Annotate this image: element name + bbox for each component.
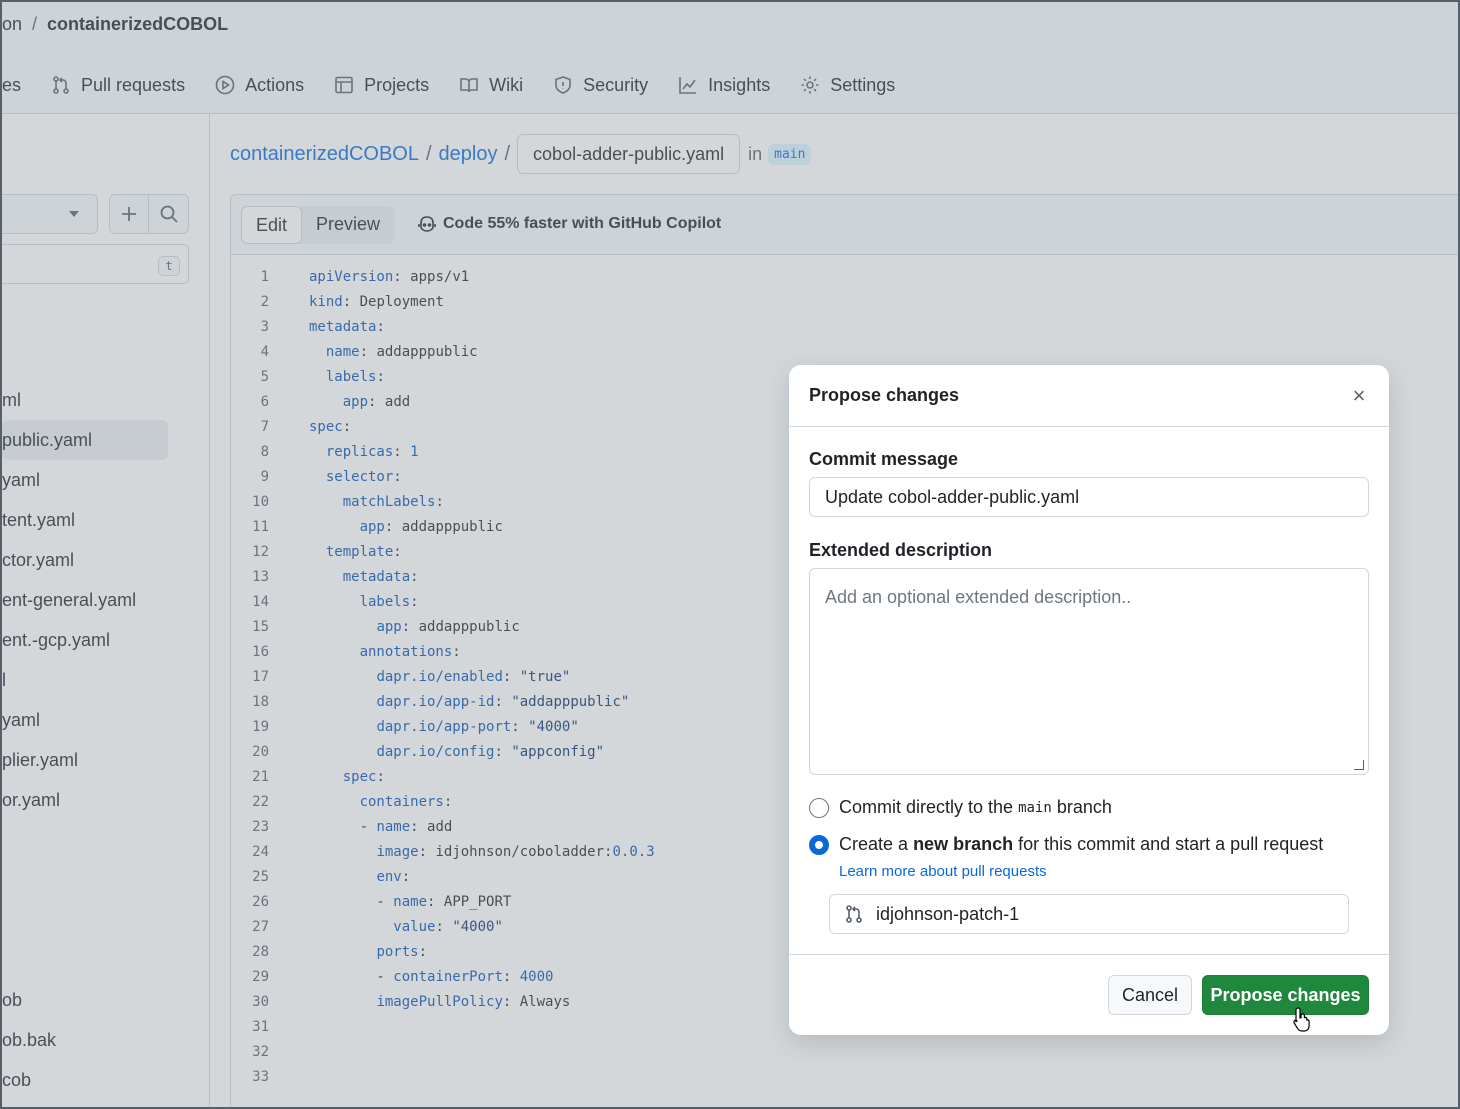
- app-frame: on / containerizedCOBOL es Pull requests A…: [0, 0, 1460, 1109]
- option-text: Commit directly to the: [839, 797, 1014, 817]
- commit-message-input[interactable]: Update cobol-adder-public.yaml: [809, 477, 1369, 517]
- branch-name-value: idjohnson-patch-1: [876, 903, 1020, 924]
- dialog-title: Propose changes: [809, 385, 960, 405]
- learn-more-link[interactable]: Learn more about pull requests: [839, 863, 1047, 880]
- new-branch-name-input[interactable]: idjohnson-patch-1: [829, 894, 1349, 934]
- propose-changes-button[interactable]: Propose changes: [1202, 975, 1369, 1015]
- commit-directly-option[interactable]: Commit directly to the main branch: [809, 797, 1112, 818]
- git-pull-request-icon: [846, 905, 862, 923]
- option-text: for this commit and start a pull request: [1018, 834, 1324, 854]
- propose-changes-dialog: Propose changes × Commit message Update …: [789, 365, 1389, 1035]
- radio-checked[interactable]: [809, 834, 829, 855]
- cancel-button[interactable]: Cancel: [1108, 975, 1192, 1015]
- extended-description-label: Extended description: [809, 540, 993, 560]
- resize-handle-icon[interactable]: [1354, 760, 1364, 770]
- option-bold-text: new branch: [913, 834, 1014, 854]
- radio-unchecked[interactable]: [809, 797, 829, 818]
- textarea-placeholder: Add an optional extended description..: [825, 587, 1132, 607]
- dialog-header: Propose changes ×: [789, 365, 1389, 427]
- option-text: Create a: [839, 834, 909, 854]
- close-icon[interactable]: ×: [1347, 384, 1371, 408]
- new-branch-option[interactable]: Create a new branch for this commit and …: [809, 834, 1323, 855]
- option-text: branch: [1056, 797, 1112, 817]
- option-branch-name: main: [1018, 799, 1052, 816]
- extended-description-textarea[interactable]: Add an optional extended description..: [809, 568, 1369, 775]
- hand-cursor-icon: [1293, 1007, 1310, 1032]
- commit-message-label: Commit message: [809, 449, 959, 469]
